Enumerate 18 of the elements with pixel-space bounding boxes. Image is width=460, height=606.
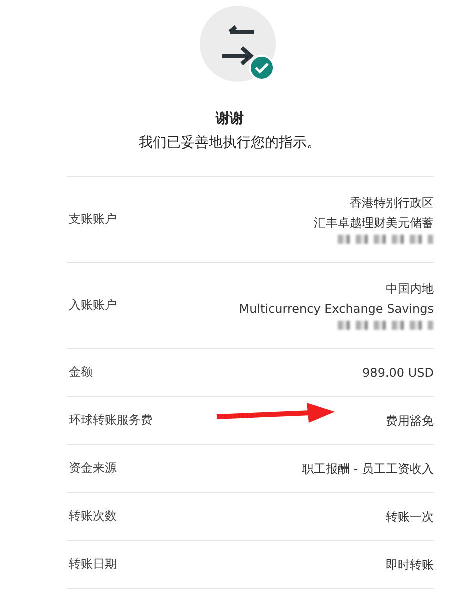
detail-value: 989.00 USD <box>362 364 434 380</box>
confirmation-message: 我们已妥善地执行您的指示。 <box>138 134 322 152</box>
thank-you-title: 谢谢 <box>214 110 245 128</box>
detail-label: 转账日期 <box>69 556 117 573</box>
detail-label: 支账账户 <box>69 211 117 228</box>
detail-label: 资金来源 <box>69 460 117 477</box>
detail-label: 转账次数 <box>69 508 117 525</box>
detail-value: Multicurrency Exchange Savings <box>239 301 434 317</box>
detail-value: 香港特别行政区 <box>350 195 434 211</box>
detail-value: 职工报酬 - 员工工资收入 <box>302 460 434 476</box>
detail-value: 费用豁免 <box>386 412 434 428</box>
detail-label: 金额 <box>69 364 93 381</box>
detail-value: 中国内地 <box>386 281 434 297</box>
detail-label: 入账账户 <box>69 297 117 314</box>
detail-label: 环球转账服务费 <box>69 412 153 429</box>
detail-value: 汇丰卓越理财美元储蓄 <box>314 215 434 231</box>
detail-value: 转账一次 <box>386 508 434 524</box>
detail-value: 即时转账 <box>386 556 434 572</box>
